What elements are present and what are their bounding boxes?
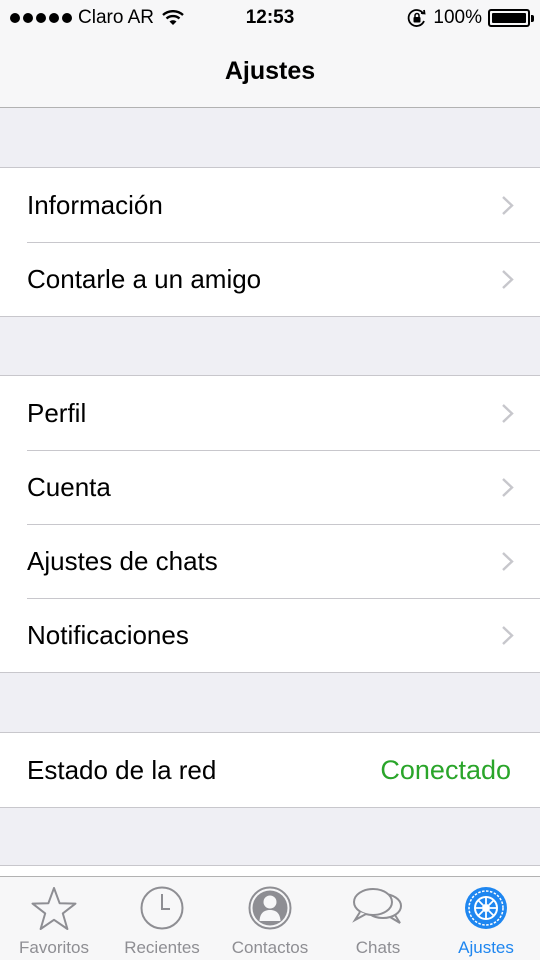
chevron-right-icon: [502, 404, 514, 423]
battery-icon: [488, 9, 534, 27]
tab-label: Favoritos: [19, 938, 89, 957]
tab-chats[interactable]: Chats: [324, 877, 432, 960]
row-label: Ajustes de chats: [27, 545, 218, 576]
top-bar: Claro AR 12:53 100% Ajustes: [0, 0, 540, 108]
row-ajustes-de-chats[interactable]: Ajustes de chats: [0, 524, 540, 598]
row-label: Perfil: [27, 397, 87, 428]
row-contarle-a-un-amigo[interactable]: Contarle a un amigo: [0, 242, 540, 316]
chevron-right-icon: [502, 196, 514, 215]
row-notificaciones[interactable]: Notificaciones: [0, 598, 540, 672]
row-informacion[interactable]: Información: [0, 168, 540, 242]
tab-label: Recientes: [124, 938, 200, 957]
tab-contactos[interactable]: Contactos: [216, 877, 324, 960]
chat-bubbles-icon: [352, 888, 402, 924]
row-cuenta[interactable]: Cuenta: [0, 450, 540, 524]
row-estado-de-la-red[interactable]: Estado de la red Conectado: [0, 733, 540, 807]
battery-percent: 100%: [433, 7, 482, 28]
tab-ajustes[interactable]: Ajustes: [432, 877, 540, 960]
status-bar: Claro AR 12:53 100%: [0, 0, 540, 36]
chevron-right-icon: [502, 626, 514, 645]
star-icon: [31, 887, 77, 930]
contact-icon: [248, 886, 292, 930]
settings-group-account: Perfil Cuenta Ajustes de chats Notificac…: [0, 375, 540, 673]
settings-group-info: Información Contarle a un amigo: [0, 167, 540, 317]
rotation-lock-icon: [408, 9, 426, 27]
row-label: Información: [27, 189, 163, 220]
row-perfil[interactable]: Perfil: [0, 376, 540, 450]
chevron-right-icon: [502, 478, 514, 497]
chevron-right-icon: [502, 270, 514, 289]
clock-icon: [140, 886, 184, 930]
tab-recientes[interactable]: Recientes: [108, 877, 216, 960]
row-label: Cuenta: [27, 471, 111, 502]
tab-bar: Favoritos Recientes Contactos Chats Ajus…: [0, 876, 540, 960]
gear-icon: [465, 887, 507, 929]
row-label: Estado de la red: [27, 754, 217, 785]
tab-favoritos[interactable]: Favoritos: [0, 877, 108, 960]
row-label: Notificaciones: [27, 619, 189, 650]
status-right: 100%: [407, 7, 534, 29]
settings-group-network: Estado de la red Conectado: [0, 732, 540, 808]
chevron-right-icon: [502, 552, 514, 571]
network-status-value: Conectado: [380, 754, 511, 785]
row-label: Contarle a un amigo: [27, 263, 262, 294]
tab-label: Ajustes: [458, 938, 514, 957]
tab-label: Contactos: [231, 938, 309, 957]
screen: Claro AR 12:53 100% Ajustes Información …: [0, 0, 540, 960]
page-title: Ajustes: [224, 57, 316, 85]
tab-label: Chats: [355, 938, 401, 957]
